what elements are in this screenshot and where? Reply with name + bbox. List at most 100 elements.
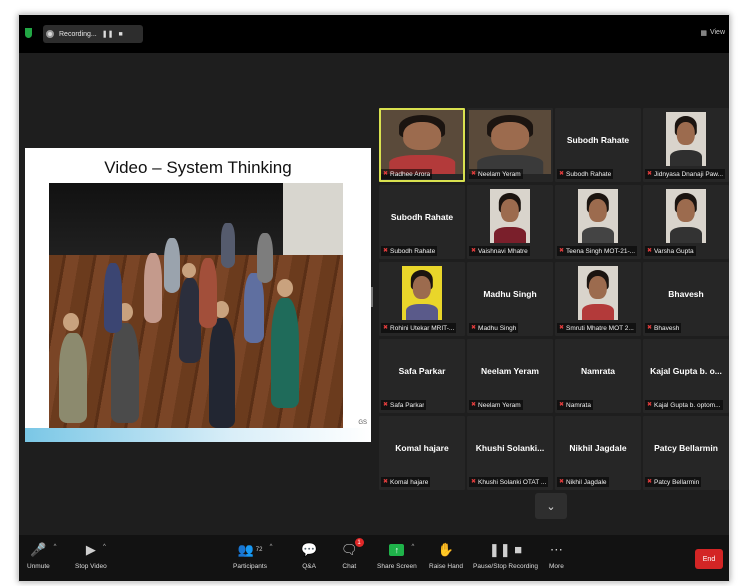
stop-icon[interactable]: ■ xyxy=(118,31,122,38)
chat-icon: 🗨 1 xyxy=(341,538,364,559)
muted-mic-icon: ✖ xyxy=(559,479,565,485)
muted-mic-icon: ✖ xyxy=(647,248,653,254)
muted-mic-icon: ✖ xyxy=(559,171,565,177)
participant-name: Varsha Gupta xyxy=(654,247,694,255)
participants-button[interactable]: 👥 72 ^ Participants xyxy=(233,541,273,570)
participant-tile[interactable]: ✖ Neelam Yeram xyxy=(467,108,553,182)
stop-video-button[interactable]: ▶ ^ Stop Video xyxy=(75,541,107,570)
participant-tile[interactable]: Bhavesh ✖ Bhavesh xyxy=(643,262,729,336)
muted-mic-icon: ✖ xyxy=(471,325,477,331)
participant-face xyxy=(412,275,432,300)
raise-hand-button[interactable]: ✋ Raise Hand xyxy=(429,541,463,570)
participant-tile[interactable]: Kajal Gupta b. o... ✖ Kajal Gupta b. optom… xyxy=(643,339,729,413)
participant-name-label: ✖ Teena Singh MOT-21-... xyxy=(557,246,638,256)
more-button[interactable]: ⋯ More xyxy=(549,541,564,570)
chat-label: Chat xyxy=(342,563,357,570)
participant-name: Namrata xyxy=(566,401,591,409)
participant-body xyxy=(582,303,614,320)
recording-icon xyxy=(46,30,54,38)
participant-name: Madhu Singh xyxy=(478,324,517,332)
pause-icon[interactable]: ❚❚ xyxy=(102,30,114,38)
caret-up-icon[interactable]: ^ xyxy=(54,544,57,550)
video-person xyxy=(164,238,180,293)
unmute-button[interactable]: 🎤 ^ Unmute xyxy=(27,541,56,570)
more-label: More xyxy=(549,563,564,570)
participant-name-label: ✖ Bhavesh xyxy=(645,323,682,333)
participant-tile[interactable]: ✖ Radhee Arora xyxy=(379,108,465,182)
participant-video xyxy=(666,189,706,243)
muted-mic-icon: ✖ xyxy=(383,402,389,408)
view-button[interactable]: ▦ View xyxy=(700,29,725,37)
chat-button[interactable]: 🗨 1 Chat xyxy=(341,538,364,570)
participant-tile[interactable]: Safa Parkar ✖ Safa Parkar xyxy=(379,339,465,413)
participant-tile[interactable]: ✖ Jidnyasa Dnanaji Paw... xyxy=(643,108,729,182)
qa-icon: 💬 xyxy=(301,542,318,557)
participant-face xyxy=(500,198,520,223)
participant-tile[interactable]: ✖ Rohini Utekar MRIT-... xyxy=(379,262,465,336)
caret-up-icon[interactable]: ^ xyxy=(412,544,415,550)
muted-mic-icon: ✖ xyxy=(383,325,389,331)
participant-tile[interactable]: Madhu Singh ✖ Madhu Singh xyxy=(467,262,553,336)
participant-name-label: ✖ Varsha Gupta xyxy=(645,246,696,256)
participant-tile[interactable]: ✖ Varsha Gupta xyxy=(643,185,729,259)
participant-tile[interactable]: Neelam Yeram ✖ Neelam Yeram xyxy=(467,339,553,413)
participant-name: Khushi Solanki OTAT ... xyxy=(478,478,547,486)
slide-watermark: GS xyxy=(358,420,367,426)
participant-tile[interactable]: ✖ Vaishnavi Mhatre xyxy=(467,185,553,259)
video-person xyxy=(271,298,299,408)
video-person-head xyxy=(63,313,79,331)
muted-mic-icon: ✖ xyxy=(647,171,653,177)
participant-tile[interactable]: Komal hajare ✖ Komal hajare xyxy=(379,416,465,490)
share-screen-label: Share Screen xyxy=(377,563,417,570)
gallery-grid: ✖ Radhee Arora ✖ Neelam Yeram Subodh Rahate ✖… xyxy=(379,108,729,490)
participant-name-label: ✖ Jidnyasa Dnanaji Paw... xyxy=(645,169,726,179)
end-meeting-button[interactable]: End xyxy=(695,549,723,569)
pause-stop-recording-button[interactable]: ❚❚ ■ Pause/Stop Recording xyxy=(473,541,538,570)
video-person-head xyxy=(277,279,293,297)
video-person xyxy=(111,323,139,423)
qa-label: Q&A xyxy=(302,563,316,570)
participant-video xyxy=(490,189,530,243)
participant-name-label: ✖ Subodh Rahate xyxy=(557,169,614,179)
participant-name-label: ✖ Safa Parkar xyxy=(381,400,427,410)
video-person xyxy=(144,253,162,323)
grid-icon: ▦ xyxy=(700,30,707,37)
participant-body xyxy=(670,226,702,243)
participant-tile[interactable]: Namrata ✖ Namrata xyxy=(555,339,641,413)
participant-name-label: ✖ Radhee Arora xyxy=(381,169,433,179)
participant-name-label: ✖ Smruti Mhatre MOT 2... xyxy=(557,323,636,333)
security-shield-icon[interactable] xyxy=(25,28,32,38)
gallery-next-page-button[interactable]: ⌄ xyxy=(535,493,567,519)
participant-tile[interactable]: Subodh Rahate ✖ Subodh Rahate xyxy=(379,185,465,259)
participant-name: Komal hajare xyxy=(390,478,429,486)
muted-mic-icon: ✖ xyxy=(471,171,477,177)
caret-up-icon[interactable]: ^ xyxy=(270,544,273,550)
video-person xyxy=(209,318,235,428)
participant-tile[interactable]: ✖ Smruti Mhatre MOT 2... xyxy=(555,262,641,336)
video-person xyxy=(59,333,87,423)
qa-button[interactable]: 💬 Q&A xyxy=(301,541,317,570)
participant-face xyxy=(676,121,696,146)
participant-tile[interactable]: Patcy Bellarmin ✖ Patcy Bellarmin xyxy=(643,416,729,490)
participant-tile[interactable]: Khushi Solanki... ✖ Khushi Solanki OTAT ..… xyxy=(467,416,553,490)
participant-tile[interactable]: ✖ Teena Singh MOT-21-... xyxy=(555,185,641,259)
participant-video xyxy=(578,189,618,243)
participant-name: Safa Parkar xyxy=(390,401,425,409)
muted-mic-icon: ✖ xyxy=(647,479,653,485)
panel-resize-handle[interactable] xyxy=(371,287,373,307)
slide-footer-strip xyxy=(25,428,371,442)
caret-up-icon[interactable]: ^ xyxy=(103,544,106,550)
participant-tile[interactable]: Subodh Rahate ✖ Subodh Rahate xyxy=(555,108,641,182)
participant-face xyxy=(403,121,441,150)
muted-mic-icon: ✖ xyxy=(471,402,477,408)
shared-screen: Video – System Thinking GS xyxy=(25,148,371,442)
video-person-head xyxy=(182,263,196,278)
participants-icon: 👥 72 ^ xyxy=(237,542,273,557)
participant-name-label: ✖ Neelam Yeram xyxy=(469,400,523,410)
participant-tile[interactable]: Nikhil Jagdale ✖ Nikhil Jagdale xyxy=(555,416,641,490)
video-person xyxy=(244,273,264,343)
participant-name-label: ✖ Rohini Utekar MRIT-... xyxy=(381,323,457,333)
share-screen-button[interactable]: ↑ ^ Share Screen xyxy=(377,541,417,570)
participant-name-label: ✖ Komal hajare xyxy=(381,477,431,487)
video-camera-icon: ▶ ^ xyxy=(85,542,106,557)
